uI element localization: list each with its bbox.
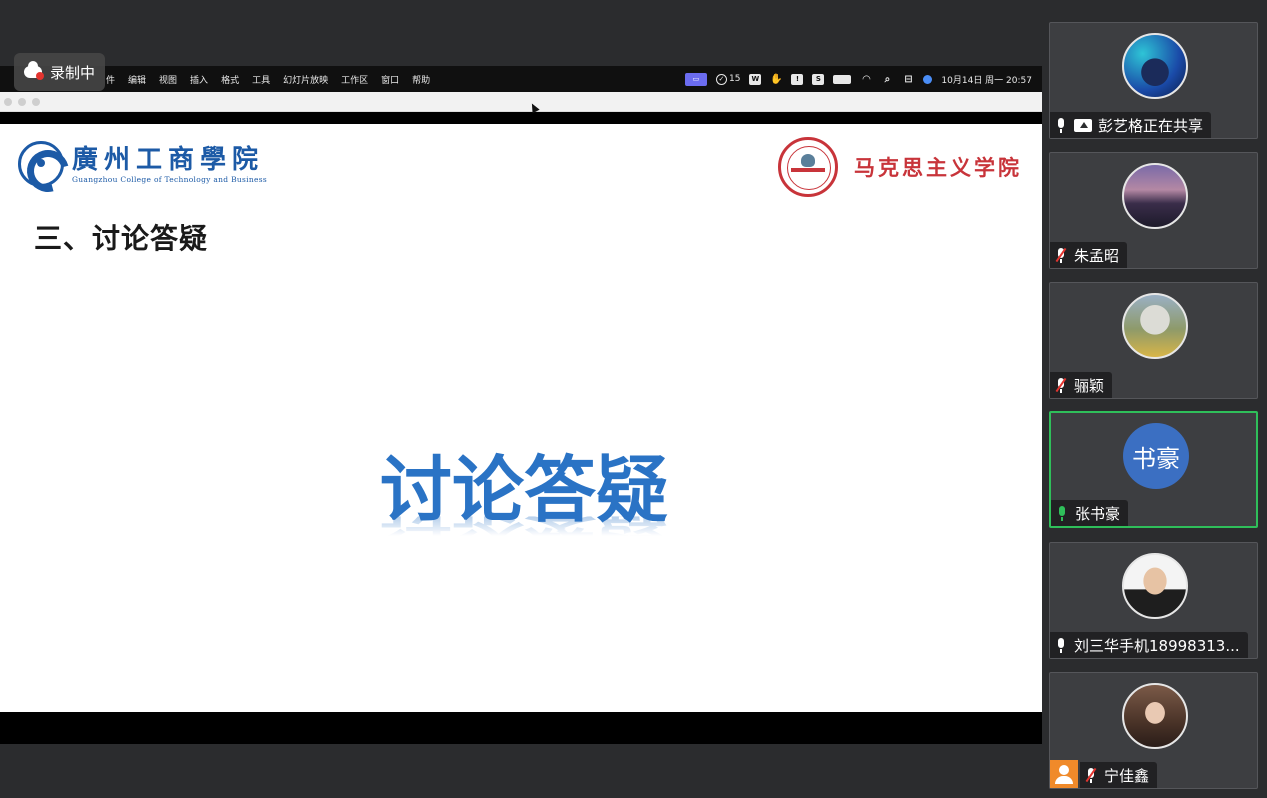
menu-window[interactable]: 窗口 (381, 73, 399, 86)
avatar (1122, 683, 1188, 749)
school-name: 廣州工商學院 (72, 144, 265, 175)
participant-namebar: 张书豪 (1051, 500, 1129, 526)
tasks-count: 15 (728, 74, 741, 84)
cloud-record-icon (24, 61, 44, 80)
participant-tile[interactable]: 朱孟昭 (1049, 152, 1258, 269)
presentation-slide: 廣州工商學院 Guangzhou College of Technology a… (0, 124, 1042, 712)
mac-menubar: 件 编辑 视图 插入 格式 工具 幻灯片放映 工作区 窗口 帮助 ▭ ✓ 15 … (0, 66, 1042, 92)
big-title-reflection: 讨论答疑 (374, 516, 674, 536)
participant-tile[interactable]: 宁佳鑫 (1049, 672, 1258, 789)
mic-muted-icon (1055, 377, 1067, 393)
screen-share-icon[interactable]: ▭ (684, 72, 707, 86)
mic-muted-icon (1055, 247, 1067, 263)
avatar (1122, 163, 1188, 229)
participant-namebar: 骊颖 (1050, 372, 1113, 398)
school-name-en: Guangzhou College of Technology and Busi… (72, 174, 268, 184)
control-center-icon[interactable]: ⊟ (902, 74, 914, 85)
menu-format[interactable]: 格式 (221, 73, 239, 86)
department-seal-icon (778, 137, 838, 197)
participant-tile-speaking[interactable]: 书豪 张书豪 (1049, 411, 1258, 528)
participant-name: 刘三华手机18998313... (1074, 636, 1240, 655)
participant-namebar: 朱孟昭 (1050, 242, 1128, 268)
window-close-button[interactable] (4, 98, 12, 106)
screen-share-icon (1074, 118, 1092, 132)
tasks-status[interactable]: ✓ 15 (715, 73, 741, 85)
shared-screen: 件 编辑 视图 插入 格式 工具 幻灯片放映 工作区 窗口 帮助 ▭ ✓ 15 … (0, 66, 1042, 744)
menu-tools[interactable]: 工具 (252, 73, 270, 86)
department-logo: 马克思主义学院 (778, 137, 1022, 197)
menu-help[interactable]: 帮助 (412, 73, 430, 86)
participant-name: 张书豪 (1075, 504, 1121, 523)
menu-workspace[interactable]: 工作区 (341, 73, 368, 86)
participant-namebar: 刘三华手机18998313... (1050, 632, 1248, 658)
menubar-datetime[interactable]: 10月14日 周一 20:57 (941, 73, 1032, 86)
menu-slideshow[interactable]: 幻灯片放映 (283, 73, 328, 86)
hand-icon[interactable]: ✋ (770, 74, 782, 85)
participant-namebar: 彭艺格正在共享 (1050, 112, 1212, 138)
window-minimize-button[interactable] (18, 98, 26, 106)
window-toolbar (0, 92, 1042, 112)
participant-tile[interactable]: 刘三华手机18998313... (1049, 542, 1258, 659)
check-circle-icon: ✓ (715, 73, 727, 85)
participant-tile[interactable]: 彭艺格正在共享 (1049, 22, 1258, 139)
participant-name: 骊颖 (1074, 376, 1105, 395)
participant-name: 宁佳鑫 (1104, 766, 1150, 785)
menu-file[interactable]: 件 (106, 73, 115, 86)
big-title-block: 讨论答疑 讨论答疑 (374, 444, 674, 572)
recording-indicator[interactable]: 录制中 (14, 53, 106, 91)
battery-icon[interactable] (833, 74, 852, 84)
avatar (1122, 553, 1188, 619)
siri-icon[interactable] (923, 74, 933, 84)
alert-icon[interactable]: ! (791, 73, 804, 85)
s-app-icon[interactable]: S (812, 73, 825, 85)
search-icon[interactable]: ⌕ (881, 74, 893, 85)
school-logo: 廣州工商學院 Guangzhou College of Technology a… (18, 141, 267, 187)
recording-label: 录制中 (50, 63, 96, 82)
department-name: 马克思主义学院 (854, 155, 1022, 180)
menubar-status-area: ▭ ✓ 15 W ✋ ! S ◠ ⌕ ⊟ 10月14日 周一 20:57 (684, 66, 1032, 92)
avatar (1122, 33, 1188, 99)
mic-icon (1056, 117, 1066, 133)
mic-icon (1056, 637, 1066, 653)
avatar: 书豪 (1123, 423, 1189, 489)
participant-tile[interactable]: 骊颖 (1049, 282, 1258, 399)
participant-name: 彭艺格正在共享 (1098, 116, 1204, 135)
window-zoom-button[interactable] (32, 98, 40, 106)
menu-edit[interactable]: 编辑 (128, 73, 146, 86)
menu-view[interactable]: 视图 (159, 73, 177, 86)
avatar (1122, 293, 1188, 359)
shared-screen-area: 录制中 件 编辑 视图 插入 格式 工具 幻灯片放映 工作区 窗口 帮助 ▭ ✓… (0, 0, 1042, 798)
host-icon (1050, 760, 1078, 788)
school-emblem-icon (18, 141, 64, 187)
participant-name: 朱孟昭 (1074, 246, 1120, 265)
participants-panel: 彭艺格正在共享 朱孟昭 骊颖 书豪 张书豪 刘三华手机18998313... 宁… (1042, 0, 1267, 798)
app-menu: 件 编辑 视图 插入 格式 工具 幻灯片放映 工作区 窗口 帮助 (106, 73, 443, 86)
wifi-icon[interactable]: ◠ (860, 74, 872, 85)
menu-insert[interactable]: 插入 (190, 73, 208, 86)
mic-muted-icon (1085, 767, 1097, 783)
w-app-icon[interactable]: W (749, 73, 762, 85)
section-title: 三、讨论答疑 (34, 222, 209, 255)
mic-active-icon (1057, 505, 1067, 521)
participant-namebar: 宁佳鑫 (1080, 762, 1158, 788)
